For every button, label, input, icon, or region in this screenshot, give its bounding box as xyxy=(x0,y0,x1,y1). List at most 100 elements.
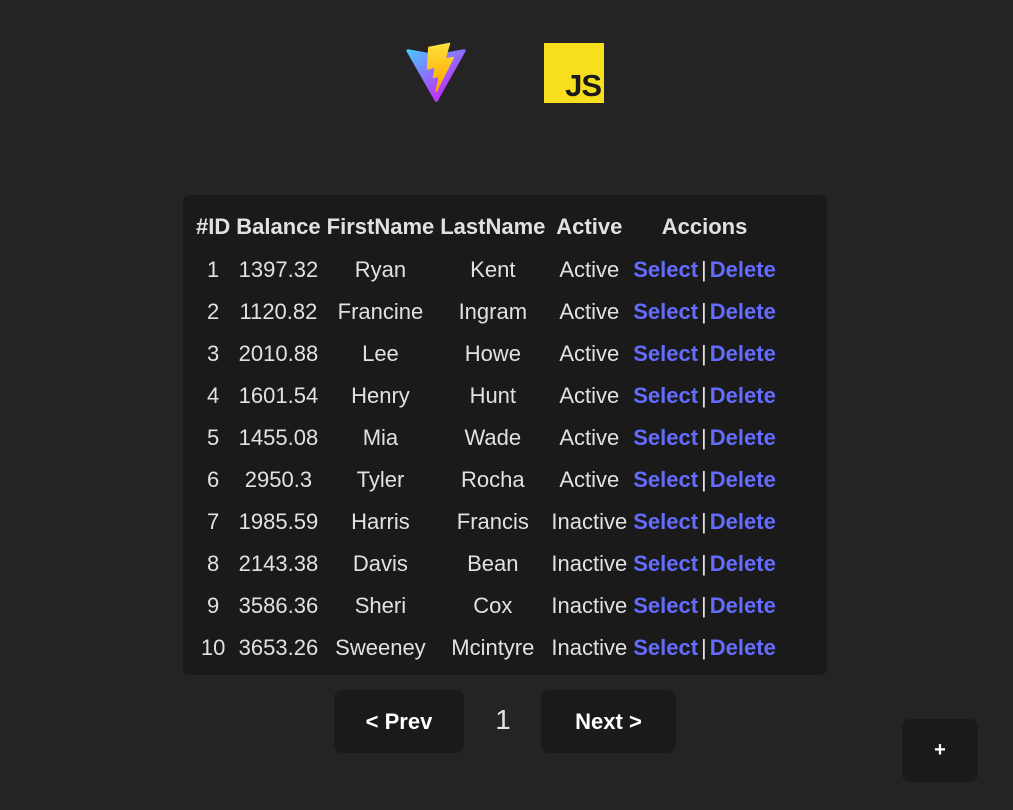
table-row: 8 2143.38 Davis Bean Inactive Select | Delete xyxy=(193,543,779,585)
cell-id: 3 xyxy=(207,341,220,366)
cell-active: Inactive xyxy=(551,509,628,534)
cell-lastname: Kent xyxy=(470,257,516,282)
table-row: 10 3653.26 Sweeney Mcintyre Inactive Select | D… xyxy=(193,627,779,669)
cell-balance: 1985.59 xyxy=(238,509,319,534)
cell-id: 9 xyxy=(207,593,220,618)
action-separator: | xyxy=(701,341,707,366)
table-row: 4 1601.54 Henry Hunt Active Select | Delete xyxy=(193,375,779,417)
action-separator: | xyxy=(701,257,707,282)
js-logo-text: JS xyxy=(565,68,602,103)
action-separator: | xyxy=(701,551,707,576)
cell-active: Active xyxy=(559,383,620,408)
current-page-number: 1 xyxy=(495,704,511,735)
delete-link[interactable]: Delete xyxy=(710,341,776,366)
cell-lastname: Francis xyxy=(456,509,529,534)
header-balance: Balance xyxy=(236,214,321,239)
table-row: 1 1397.32 Ryan Kent Active Select | Delete xyxy=(193,249,779,291)
table-body: 1 1397.32 Ryan Kent Active Select | Delete 2 1120… xyxy=(193,249,779,669)
cell-id: 5 xyxy=(207,425,220,450)
pagination: < Prev 1 Next > xyxy=(0,690,1013,753)
header-firstname: FirstName xyxy=(326,214,435,239)
cell-actions: Select | Delete xyxy=(630,627,779,669)
select-link[interactable]: Select xyxy=(633,341,698,366)
cell-active: Active xyxy=(559,425,620,450)
header-actions: Accions xyxy=(661,214,748,239)
cell-lastname: Cox xyxy=(473,593,513,618)
action-separator: | xyxy=(701,509,707,534)
cell-firstname: Francine xyxy=(337,299,424,324)
delete-link[interactable]: Delete xyxy=(710,383,776,408)
action-separator: | xyxy=(701,425,707,450)
select-link[interactable]: Select xyxy=(633,635,698,660)
cell-active: Inactive xyxy=(551,551,628,576)
cell-firstname: Tyler xyxy=(356,467,405,492)
add-button[interactable]: + xyxy=(902,719,978,782)
table-row: 9 3586.36 Sheri Cox Inactive Select | Delete xyxy=(193,585,779,627)
table-row: 2 1120.82 Francine Ingram Active Select | Delet… xyxy=(193,291,779,333)
cell-id: 2 xyxy=(207,299,220,324)
delete-link[interactable]: Delete xyxy=(710,551,776,576)
cell-id: 10 xyxy=(200,635,226,660)
table-row: 6 2950.3 Tyler Rocha Active Select | Delete xyxy=(193,459,779,501)
prev-page-button[interactable]: < Prev xyxy=(334,690,464,753)
select-link[interactable]: Select xyxy=(633,551,698,576)
cell-firstname: Davis xyxy=(352,551,408,576)
header-active: Active xyxy=(556,214,623,239)
cell-actions: Select | Delete xyxy=(630,375,779,417)
header-lastname: LastName xyxy=(440,214,546,239)
logo-bar: JS xyxy=(0,42,1013,104)
javascript-logo[interactable]: JS xyxy=(544,43,604,103)
delete-link[interactable]: Delete xyxy=(710,257,776,282)
cell-actions: Select | Delete xyxy=(630,249,779,291)
cell-active: Inactive xyxy=(551,635,628,660)
next-page-button[interactable]: Next > xyxy=(541,690,676,753)
delete-link[interactable]: Delete xyxy=(710,467,776,492)
delete-link[interactable]: Delete xyxy=(710,635,776,660)
cell-balance: 3586.36 xyxy=(238,593,319,618)
select-link[interactable]: Select xyxy=(633,257,698,282)
cell-balance: 2950.3 xyxy=(244,467,313,492)
cell-actions: Select | Delete xyxy=(630,543,779,585)
cell-id: 4 xyxy=(207,383,220,408)
cell-actions: Select | Delete xyxy=(630,585,779,627)
accounts-table-panel: #ID Balance FirstName LastName Active Ac… xyxy=(183,195,827,675)
cell-actions: Select | Delete xyxy=(630,291,779,333)
cell-active: Inactive xyxy=(551,593,628,618)
cell-actions: Select | Delete xyxy=(630,333,779,375)
delete-link[interactable]: Delete xyxy=(710,425,776,450)
cell-firstname: Sweeney xyxy=(335,635,426,660)
cell-active: Active xyxy=(559,341,620,366)
select-link[interactable]: Select xyxy=(633,425,698,450)
cell-id: 8 xyxy=(207,551,220,576)
table-row: 3 2010.88 Lee Howe Active Select | Delete xyxy=(193,333,779,375)
delete-link[interactable]: Delete xyxy=(710,299,776,324)
cell-actions: Select | Delete xyxy=(630,459,779,501)
action-separator: | xyxy=(701,593,707,618)
action-separator: | xyxy=(701,635,707,660)
select-link[interactable]: Select xyxy=(633,509,698,534)
vite-logo-icon xyxy=(406,42,466,102)
select-link[interactable]: Select xyxy=(633,299,698,324)
cell-balance: 1601.54 xyxy=(238,383,319,408)
select-link[interactable]: Select xyxy=(633,383,698,408)
cell-firstname: Harris xyxy=(351,509,410,534)
cell-active: Active xyxy=(559,467,620,492)
action-separator: | xyxy=(701,467,707,492)
cell-firstname: Lee xyxy=(362,341,399,366)
cell-active: Active xyxy=(559,257,620,282)
cell-firstname: Henry xyxy=(351,383,410,408)
cell-actions: Select | Delete xyxy=(630,417,779,459)
vite-logo[interactable] xyxy=(405,42,467,104)
cell-lastname: Howe xyxy=(464,341,521,366)
select-link[interactable]: Select xyxy=(633,467,698,492)
header-id: #ID xyxy=(196,214,231,239)
action-separator: | xyxy=(701,383,707,408)
cell-id: 7 xyxy=(207,509,220,534)
action-separator: | xyxy=(701,299,707,324)
table-row: 7 1985.59 Harris Francis Inactive Select | Dele… xyxy=(193,501,779,543)
cell-balance: 3653.26 xyxy=(238,635,319,660)
delete-link[interactable]: Delete xyxy=(710,509,776,534)
delete-link[interactable]: Delete xyxy=(710,593,776,618)
cell-lastname: Mcintyre xyxy=(451,635,535,660)
select-link[interactable]: Select xyxy=(633,593,698,618)
